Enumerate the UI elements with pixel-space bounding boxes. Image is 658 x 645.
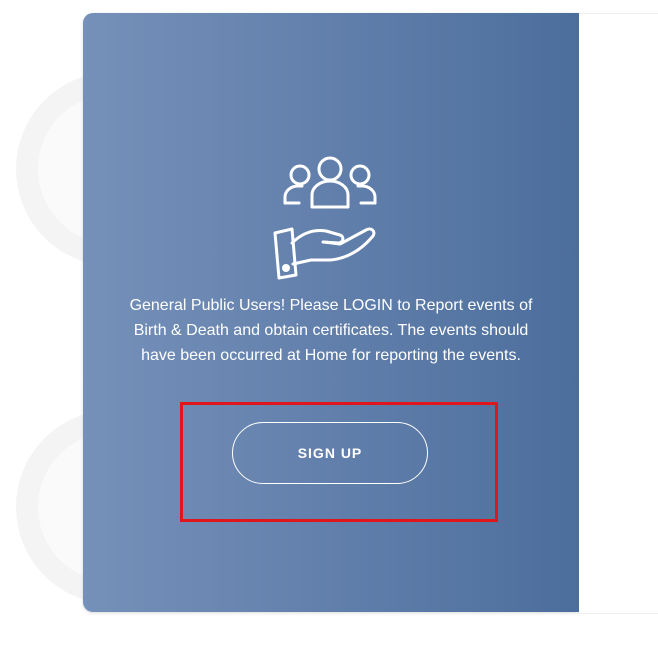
people-in-hand-icon xyxy=(270,151,390,281)
adjacent-panel xyxy=(579,13,658,614)
page: General Public Users! Please LOGIN to Re… xyxy=(0,0,658,645)
sign-up-button[interactable]: SIGN UP xyxy=(232,422,428,484)
public-users-card: General Public Users! Please LOGIN to Re… xyxy=(83,13,579,612)
public-users-message: General Public Users! Please LOGIN to Re… xyxy=(129,297,533,364)
